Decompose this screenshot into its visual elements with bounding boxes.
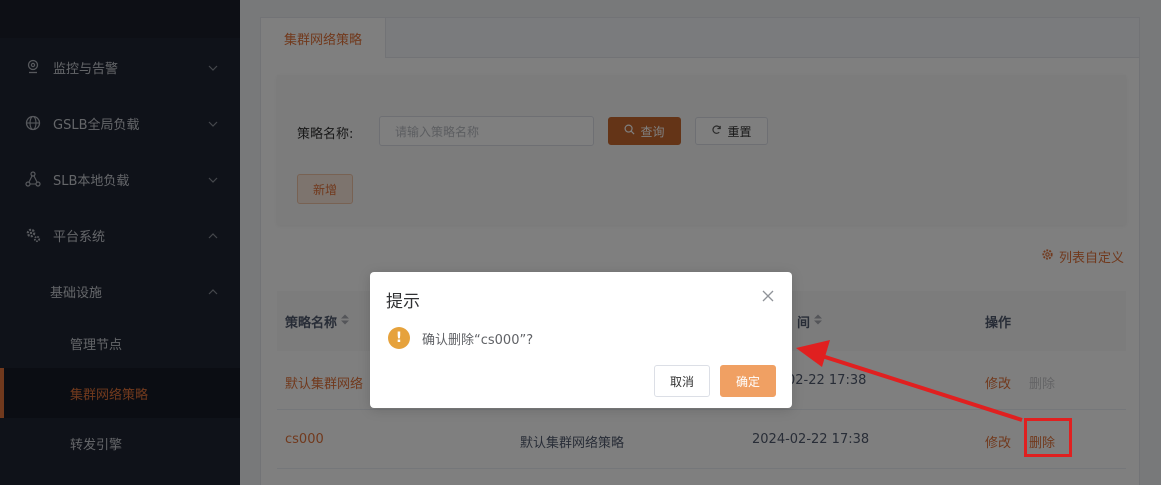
dialog-message: 确认删除“cs000”? — [422, 333, 534, 348]
confirm-dialog: 提示 ! 确认删除“cs000”? 取消 确定 — [370, 272, 792, 408]
close-icon[interactable] — [762, 290, 774, 302]
cancel-button[interactable]: 取消 — [654, 365, 710, 397]
warning-icon: ! — [388, 327, 410, 349]
confirm-button[interactable]: 确定 — [720, 365, 776, 397]
annotation-highlight-box — [1024, 418, 1072, 457]
modal-overlay[interactable] — [0, 0, 1161, 485]
dialog-title: 提示 — [386, 292, 420, 312]
